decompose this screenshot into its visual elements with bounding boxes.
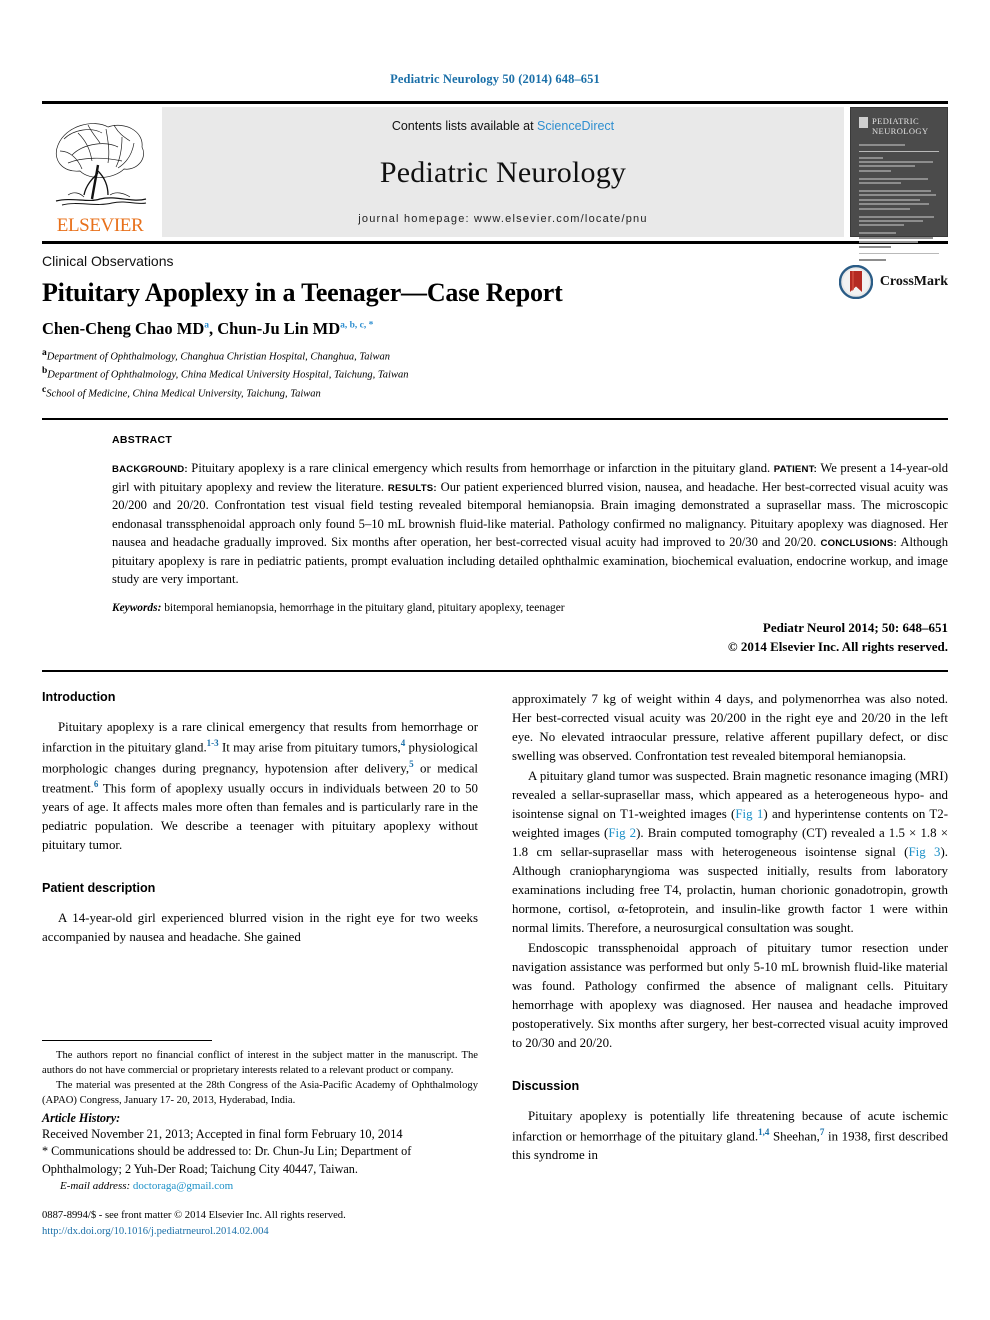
figure-link-1[interactable]: Fig 1	[735, 807, 763, 821]
footnote-rule	[42, 1040, 212, 1041]
intro-paragraph: Pituitary apoplexy is a rare clinical em…	[42, 718, 478, 855]
footnote-presented: The material was presented at the 28th C…	[42, 1080, 478, 1107]
abstract-citation-block: Pediatr Neurol 2014; 50: 648–651 © 2014 …	[112, 619, 948, 657]
journal-cover-thumbnail[interactable]: PEDIATRIC NEUROLOGY	[850, 107, 948, 261]
banner-center: Contents lists available at ScienceDirec…	[162, 107, 844, 237]
section-kicker: Clinical Observations	[42, 253, 174, 269]
author-list: Chen-Cheng Chao MDa, Chun-Ju Lin MDa, b,…	[42, 319, 948, 339]
abstract-background-label: BACKGROUND:	[112, 464, 188, 476]
crossmark-icon	[838, 265, 873, 299]
abstract-background-text: Pituitary apoplexy is a rare clinical em…	[187, 461, 774, 476]
surgery-paragraph: Endoscopic transsphenoidal approach of p…	[512, 941, 948, 1050]
affiliation-item: cSchool of Medicine, China Medical Unive…	[42, 384, 948, 402]
elsevier-wordmark: ELSEVIER	[56, 215, 144, 236]
affiliation-item: bDepartment of Ophthalmology, China Medi…	[42, 365, 948, 383]
abstract-body: BACKGROUND: Pituitary apoplexy is a rare…	[112, 459, 948, 589]
discussion-text-b: Sheehan,	[769, 1129, 820, 1144]
affiliation-list: aDepartment of Ophthalmology, Changhua C…	[42, 347, 948, 402]
copyright-line: © 2014 Elsevier Inc. All rights reserved…	[727, 638, 948, 654]
reference-marker[interactable]: 1,4	[758, 1127, 769, 1137]
affiliation-item: aDepartment of Ophthalmology, Changhua C…	[42, 347, 948, 365]
running-head: Pediatric Neurology 50 (2014) 648–651	[390, 72, 600, 86]
journal-homepage[interactable]: journal homepage: www.elsevier.com/locat…	[358, 213, 647, 225]
abstract-results-label: RESULTS:	[387, 482, 437, 494]
imaging-paragraph: A pituitary gland tumor was suspected. B…	[512, 767, 948, 938]
contents-line: Contents lists available at ScienceDirec…	[392, 119, 614, 133]
cover-title: PEDIATRIC NEUROLOGY	[872, 116, 929, 136]
imprint-block: 0887-8994/$ - see front matter © 2014 El…	[42, 1208, 478, 1240]
email-link[interactable]: doctoraga@gmail.com	[133, 1180, 233, 1192]
footnotes-block: The authors report no financial conflict…	[42, 1040, 478, 1239]
banner-bottom-rule	[42, 241, 948, 244]
abstract-bottom-rule	[42, 670, 948, 673]
intro-text-b: It may arise from pituitary tumors,	[218, 740, 401, 755]
sciencedirect-link[interactable]: ScienceDirect	[537, 119, 614, 133]
title-bottom-rule	[42, 418, 948, 421]
reference-marker[interactable]: 1-3	[207, 738, 219, 748]
abstract-section: ABSTRACT BACKGROUND: Pituitary apoplexy …	[112, 434, 948, 656]
heading-introduction: Introduction	[42, 690, 116, 705]
abstract-patient-label: PATIENT:	[773, 464, 818, 476]
right-column: approximately 7 kg of weight within 4 da…	[512, 690, 948, 1165]
author-affil-marker-2[interactable]: a, b, c, *	[340, 321, 373, 331]
footnote-correspondence: * Communications should be addressed to:…	[42, 1144, 412, 1176]
intro-text-e: This form of apoplexy usually occurs in …	[42, 781, 478, 853]
doi-link[interactable]: http://dx.doi.org/10.1016/j.pediatrneuro…	[42, 1226, 269, 1237]
crossmark-label: CrossMark	[879, 274, 948, 289]
keywords-text: bitemporal hemianopsia, hemorrhage in th…	[161, 601, 565, 614]
issn-line: 0887-8994/$ - see front matter © 2014 El…	[42, 1209, 346, 1221]
footnote-history-label: Article History:	[42, 1111, 121, 1126]
contents-prefix: Contents lists available at	[391, 119, 538, 133]
figure-link-2[interactable]: Fig 2	[608, 826, 636, 840]
journal-banner: ELSEVIER Contents lists available at Sci…	[42, 101, 948, 261]
footnote-email-line: E-mail address: doctoraga@gmail.com	[42, 1180, 478, 1192]
crossmark-badge[interactable]: CrossMark	[838, 265, 948, 299]
keywords-line: Keywords: bitemporal hemianopsia, hemorr…	[112, 602, 948, 614]
keywords-label: Keywords:	[112, 601, 162, 614]
heading-discussion: Discussion	[512, 1078, 580, 1093]
author-name-2: Chun-Ju Lin MD	[217, 319, 341, 338]
continued-paragraph: approximately 7 kg of weight within 4 da…	[512, 692, 948, 764]
heading-patient-description: Patient description	[42, 881, 156, 896]
discussion-paragraph: Pituitary apoplexy is potentially life t…	[512, 1107, 948, 1165]
affiliation-text: Department of Ophthalmology, Changhua Ch…	[46, 351, 390, 363]
abstract-conclusions-label: CONCLUSIONS:	[820, 538, 897, 550]
cover-emblem-icon	[859, 117, 868, 128]
patient-paragraph: A 14-year-old girl experienced blurred v…	[42, 911, 478, 945]
journal-title: Pediatric Neurology	[379, 156, 627, 189]
citation-line: Pediatr Neurol 2014; 50: 648–651	[762, 619, 948, 635]
banner-top-rule	[42, 101, 948, 104]
footnote-received: Received November 21, 2013; Accepted in …	[42, 1127, 403, 1142]
email-label: E-mail address:	[60, 1179, 131, 1192]
abstract-label: ABSTRACT	[112, 434, 173, 447]
affiliation-text: Department of Ophthalmology, China Medic…	[47, 369, 409, 381]
title-block: CrossMark Clinical Observations Pituitar…	[42, 253, 948, 402]
affiliation-text: School of Medicine, China Medical Univer…	[46, 388, 321, 400]
footnote-conflict: The authors report no financial conflict…	[42, 1050, 478, 1077]
elsevier-logo: ELSEVIER	[42, 107, 158, 237]
elsevier-tree-icon	[55, 123, 147, 206]
article-page: Pediatric Neurology 50 (2014) 648–651 EL…	[0, 0, 990, 1320]
cover-text-lines	[859, 143, 939, 261]
author-name-1: Chen-Cheng Chao MD	[42, 319, 205, 338]
page-title: Pituitary Apoplexy in a Teenager—Case Re…	[42, 278, 563, 307]
figure-link-3[interactable]: Fig 3	[908, 845, 940, 859]
